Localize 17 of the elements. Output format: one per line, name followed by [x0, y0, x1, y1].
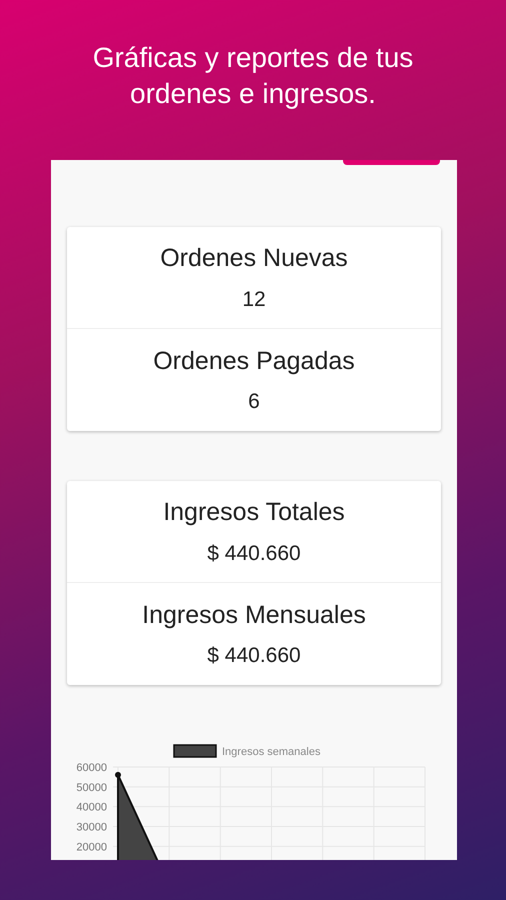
data-point [115, 772, 121, 778]
stat-value: 6 [248, 389, 260, 415]
stat-title: Ordenes Pagadas [153, 346, 355, 376]
y-axis-label: 40000 [76, 802, 107, 814]
stat-value: 12 [242, 286, 266, 312]
stat-title: Ordenes Nuevas [160, 243, 348, 274]
stat-title: Ingresos Totales [163, 497, 345, 528]
y-axis-label: 50000 [76, 782, 107, 794]
legend-label: Ingresos semanales [222, 746, 320, 758]
stat-value: $ 440.660 [207, 643, 301, 669]
y-axis-label: 60000 [76, 762, 107, 774]
headline: Gráficas y reportes de tus ordenes e ingresos. [92, 41, 414, 112]
legend-swatch [173, 744, 217, 758]
y-axis-label: 20000 [76, 841, 107, 854]
stat-value: $ 440.660 [207, 540, 301, 566]
stat-title: Ingresos Mensuales [142, 600, 366, 630]
y-axis-label: 30000 [76, 822, 107, 834]
